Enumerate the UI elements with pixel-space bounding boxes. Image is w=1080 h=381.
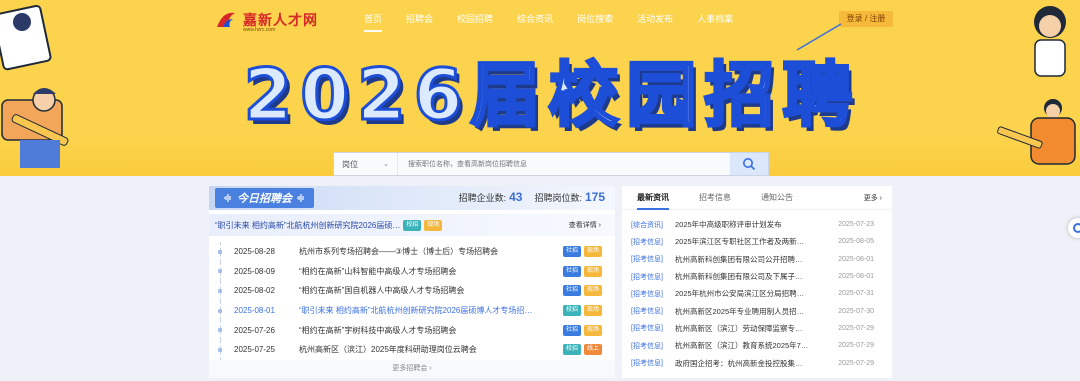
logo-flame-icon	[213, 9, 239, 31]
fairs-stats: 招聘企业数: 43 招聘岗位数: 175	[459, 190, 605, 204]
tag-social: 社招	[563, 324, 582, 336]
timeline-dot	[218, 288, 222, 293]
tag-onsite: 现场	[584, 305, 603, 317]
tag-social: 社招	[563, 246, 582, 258]
tag-social: 社招	[563, 285, 582, 297]
sound-wave-icon	[297, 194, 304, 202]
tag-campus: 校招	[563, 305, 582, 317]
list-item[interactable]: 2025-08-28 杭州市系列专场招聘会——③博士（博士后）专场招聘会 社招现…	[209, 242, 615, 262]
nav-item-events[interactable]: 活动发布	[625, 12, 685, 26]
nav-item-home[interactable]: 首页	[352, 12, 394, 32]
news-more-link[interactable]: 更多 ›	[864, 193, 882, 203]
tag-onsite: 现场	[584, 324, 603, 336]
nav-item-job-fairs[interactable]: 招聘会	[394, 12, 445, 26]
site-logo[interactable]: 嘉新人才网 www.hzrc.com	[213, 9, 318, 33]
list-item[interactable]: [招考信息] 杭州高新区（滨江）教育系统2025年7… 2025-07-29	[622, 337, 892, 354]
tag-onsite: 现场	[584, 265, 603, 277]
news-panel: 最新资讯 招考信息 通知公告 更多 › [综合资讯] 2025年中高级职称评审计划…	[622, 186, 892, 378]
search-category-value: 岗位	[342, 159, 358, 169]
sound-wave-icon	[224, 194, 231, 202]
hero-banner: 嘉新人才网 www.hzrc.com 首页 招聘会 校园招聘 综合资讯 岗位搜索…	[0, 0, 1080, 176]
list-item[interactable]: [招考信息] 杭州高新区（滨江）劳动保障监察专… 2025-07-29	[622, 320, 892, 337]
companies-count: 招聘企业数: 43	[458, 190, 523, 204]
chevron-down-icon: ⌄	[383, 161, 389, 168]
list-item[interactable]: 2025-08-02 “相约在高新”国自机器人中高级人才专场招聘会 社招 现场	[209, 281, 615, 301]
featured-fair-title: “职引未来 相约高新”北航杭州创新研究院2026届硕…	[215, 220, 401, 230]
more-fairs-link[interactable]: 更多招聘会 ›	[209, 360, 615, 378]
tab-exam-info[interactable]: 招考信息	[684, 186, 746, 210]
login-register-button[interactable]: 登录 / 注册	[839, 11, 893, 27]
tab-notices[interactable]: 通知公告	[746, 186, 808, 210]
list-item[interactable]: [招考信息] 杭州高新科创集团有限公司及下属子… 2025-08-01	[622, 268, 892, 285]
logo-subtext: www.hzrc.com	[243, 27, 276, 33]
floating-service-button[interactable]	[1068, 218, 1080, 238]
job-search-bar: 岗位 ⌄	[333, 152, 769, 176]
list-item[interactable]: [招考信息] 2025年滨江区专职社区工作者及两新… 2025-08-05	[622, 233, 892, 250]
list-item[interactable]: [招考信息] 政府国企招考：杭州高新金投控股集… 2025-07-29	[622, 354, 892, 371]
timeline-dot	[218, 308, 222, 313]
today-job-fairs-panel: 今日招聘会 招聘企业数: 43 招聘岗位数: 175 “职引未来 相约高新”北航杭州…	[209, 186, 615, 378]
list-item[interactable]: [招考信息] 2025年杭州市公安局滨江区分局招聘… 2025-07-31	[622, 285, 892, 302]
banner-title: 2026届校园招聘	[242, 54, 861, 137]
student-illustration-left	[0, 4, 69, 168]
list-item[interactable]: 2025-08-01 “职引未来 相约高新”北航杭州创新研究院2026届硕博人才…	[209, 300, 615, 321]
search-button[interactable]	[730, 153, 768, 175]
tag-onsite: 现场	[424, 219, 443, 231]
timeline-dot	[218, 249, 222, 254]
student-illustration-right	[997, 6, 1076, 165]
nav-item-campus[interactable]: 校园招聘	[445, 12, 505, 26]
tag-online: 线上	[584, 344, 603, 356]
positions-count: 招聘岗位数: 175	[534, 190, 605, 204]
list-item[interactable]: [综合资讯] 2025年中高级职称评审计划发布 2025-07-23	[622, 216, 892, 233]
timeline-dot	[218, 269, 222, 274]
featured-fair[interactable]: “职引未来 相约高新”北航杭州创新研究院2026届硕… 校招 现场 查看详情 ›	[209, 214, 615, 236]
search-icon	[743, 158, 756, 171]
list-item[interactable]: 2025-07-25 杭州高新区（滨江）2025年度科研助理岗位云聘会 校招 线上	[209, 339, 615, 360]
tag-campus: 校招	[403, 219, 422, 231]
tab-latest-news[interactable]: 最新资讯	[622, 186, 684, 210]
pointer-arrow	[796, 23, 842, 51]
search-input[interactable]	[398, 153, 730, 175]
timeline-dot	[218, 328, 222, 333]
list-item[interactable]: [招考信息] 杭州高新区2025年专业聘用制人员招… 2025-07-30	[622, 302, 892, 319]
news-list: [综合资讯] 2025年中高级职称评审计划发布 2025-07-23 [招考信息] 2…	[622, 216, 892, 372]
timeline-dot	[218, 347, 222, 352]
tag-campus: 校招	[563, 344, 582, 356]
list-item[interactable]: 2025-07-26 “相约在高新”宇树科技中高级人才专场招聘会 社招 现场	[209, 320, 615, 340]
main-nav: 首页 招聘会 校园招聘 综合资讯 岗位搜索 活动发布 人事档案	[352, 12, 745, 32]
fairs-header: 今日招聘会 招聘企业数: 43 招聘岗位数: 175	[209, 186, 615, 210]
fairs-title: 今日招聘会	[215, 188, 314, 208]
tag-onsite: 现场	[584, 246, 603, 258]
search-category-select[interactable]: 岗位 ⌄	[334, 153, 398, 175]
view-details-link[interactable]: 查看详情 ›	[569, 220, 601, 230]
fairs-list: 2025-08-28 杭州市系列专场招聘会——③博士（博士后）专场招聘会 社招现…	[209, 242, 615, 360]
nav-item-news[interactable]: 综合资讯	[505, 12, 565, 26]
nav-item-archives[interactable]: 人事档案	[685, 12, 745, 26]
list-item[interactable]: [招考信息] 杭州高新科创集团有限公司公开招聘… 2025-08-01	[622, 251, 892, 268]
tag-social: 社招	[563, 265, 582, 277]
tag-onsite: 现场	[584, 285, 603, 297]
nav-item-job-search[interactable]: 岗位搜索	[565, 12, 625, 26]
list-item[interactable]: 2025-08-09 “相约在高新”山科智能中高级人才专场招聘会 社招 现场	[209, 261, 615, 282]
news-tabs: 最新资讯 招考信息 通知公告 更多 ›	[622, 186, 892, 210]
